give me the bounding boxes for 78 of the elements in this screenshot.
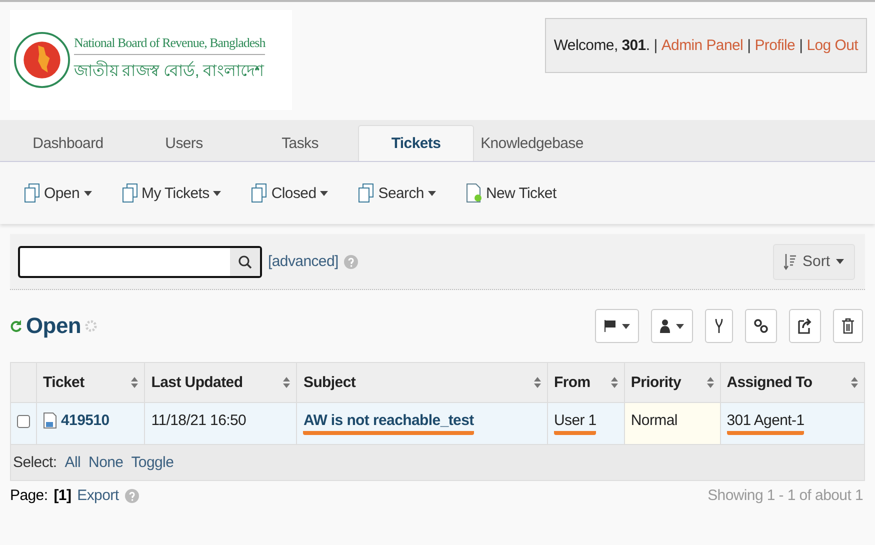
- cell-text: 11/18/21 16:50: [151, 412, 246, 429]
- ticket-icon: [43, 412, 57, 429]
- ticket-link[interactable]: 419510: [61, 412, 110, 429]
- cell-text: 301 Agent-1: [726, 412, 804, 429]
- sort-icon: [534, 377, 541, 388]
- page-number[interactable]: [1]: [54, 487, 72, 504]
- caret-icon: [84, 190, 92, 196]
- document-plus-icon: [466, 183, 482, 203]
- row-checkbox[interactable]: [17, 415, 30, 428]
- documents-icon: [251, 183, 268, 203]
- merge-icon: [714, 318, 724, 334]
- caret-icon: [320, 190, 328, 196]
- link-icon: [754, 318, 768, 334]
- documents-icon: [122, 183, 138, 203]
- nav-tab[interactable]: Tickets: [358, 125, 474, 161]
- sort-icon: [283, 377, 290, 388]
- share-button[interactable]: [789, 309, 821, 343]
- nav-tab[interactable]: Tasks: [242, 125, 358, 161]
- separator: |: [799, 37, 803, 54]
- logo-title: জাতীয় রাজস্ব বোর্ড, বাংলাদেশ: [74, 59, 266, 85]
- nav-tab[interactable]: Dashboard: [10, 125, 126, 161]
- column-header[interactable]: Assigned To: [720, 362, 864, 402]
- column-header[interactable]: Priority: [624, 362, 720, 402]
- cell-text: Normal: [630, 412, 678, 429]
- sort-button[interactable]: Sort: [773, 244, 855, 280]
- person-icon: [660, 319, 670, 333]
- share-icon: [798, 318, 812, 334]
- separator: |: [654, 37, 658, 54]
- welcome-text: Welcome, 301.: [554, 37, 650, 54]
- column-header[interactable]: From: [547, 362, 624, 402]
- search-field[interactable]: [18, 246, 262, 278]
- sort-icon: [784, 252, 796, 270]
- select-link[interactable]: All: [64, 454, 81, 471]
- sort-icon: [851, 377, 858, 388]
- advanced-link[interactable]: [advanced]: [268, 253, 338, 270]
- documents-icon: [358, 183, 374, 203]
- export-link[interactable]: Export: [77, 487, 119, 504]
- caret-icon: [428, 190, 436, 196]
- emblem-icon: [14, 30, 70, 90]
- page-label: Page:: [10, 487, 48, 504]
- subnav-link[interactable]: Open: [24, 183, 92, 203]
- cell-text: User 1: [554, 412, 596, 429]
- flag-icon: [604, 320, 616, 332]
- queue-title: Open: [26, 313, 82, 339]
- search-button[interactable]: [230, 248, 260, 276]
- trash-icon: [842, 318, 854, 334]
- subnav-link[interactable]: My Tickets: [122, 183, 222, 203]
- logo-title: National Board of Revenue, Bangladesh: [74, 35, 266, 55]
- help-icon: [124, 488, 139, 502]
- caret-icon: [836, 259, 844, 264]
- subnav-link[interactable]: Closed: [251, 183, 328, 203]
- select-label: Select:: [13, 454, 57, 471]
- select-link[interactable]: None: [88, 454, 124, 471]
- nav-tab[interactable]: Knowledgebase: [474, 125, 590, 161]
- search-icon: [238, 254, 252, 268]
- column-header[interactable]: Last Updated: [144, 362, 297, 402]
- merge-button[interactable]: [705, 309, 733, 343]
- sort-icon: [610, 377, 618, 388]
- refresh-icon[interactable]: [10, 320, 22, 332]
- separator: |: [747, 37, 751, 54]
- select-link[interactable]: Toggle: [131, 454, 174, 471]
- assign-button[interactable]: [651, 309, 693, 343]
- delete-button[interactable]: [833, 309, 863, 343]
- documents-icon: [24, 183, 40, 203]
- caret-icon: [622, 324, 630, 328]
- nav-tab[interactable]: Users: [126, 125, 242, 161]
- column-header[interactable]: Ticket: [36, 362, 145, 402]
- help-icon: [344, 254, 358, 268]
- results-count: Showing 1 - 1 of about 1: [708, 487, 863, 504]
- caret-icon: [213, 190, 222, 196]
- sort-icon: [706, 377, 714, 388]
- column-header[interactable]: Subject: [296, 362, 548, 402]
- subnav-link[interactable]: New Ticket: [466, 183, 556, 203]
- subnav-link[interactable]: Search: [358, 183, 436, 203]
- flag-button[interactable]: [595, 309, 639, 343]
- sort-icon: [131, 377, 138, 388]
- link-button[interactable]: [745, 309, 777, 343]
- caret-icon: [676, 324, 684, 328]
